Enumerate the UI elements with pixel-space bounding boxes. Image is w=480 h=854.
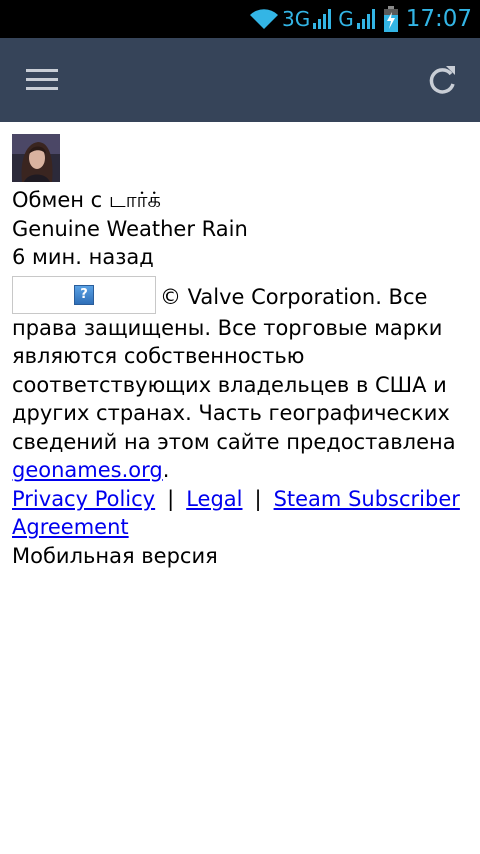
legal-link[interactable]: Legal [186, 487, 242, 511]
valve-logo-broken-image[interactable]: ? [12, 275, 156, 314]
wifi-icon [249, 9, 278, 29]
trade-content: Обмен с டார்க் Genuine Weather Rain 6 ми… [12, 134, 472, 570]
link-separator: | [167, 486, 175, 511]
user-avatar[interactable] [12, 134, 60, 182]
trade-item-name: Genuine Weather Rain [12, 216, 248, 241]
app-bar [0, 38, 480, 122]
footer-links: Privacy Policy | Legal | Steam Subscriber Ag… [12, 485, 472, 542]
status-icons: 3G G 17:07 [249, 0, 472, 38]
copyright-period: . [162, 458, 170, 482]
broken-image-icon: ? [74, 284, 94, 305]
signal-icon [356, 9, 375, 29]
network-g-label: G [338, 7, 354, 31]
status-bar: 3G G 17:07 [0, 0, 480, 38]
mobile-version-label: Мобильная версия [12, 543, 218, 568]
status-time: 17:07 [405, 6, 472, 32]
hamburger-menu-icon[interactable] [20, 63, 64, 97]
link-separator: | [254, 486, 262, 511]
battery-charging-icon [383, 6, 398, 32]
refresh-icon[interactable] [424, 62, 460, 98]
footer-copyright: ? © Valve Corporation. Все права защищен… [12, 275, 472, 485]
trade-time-ago: 6 мин. назад [12, 245, 154, 269]
privacy-policy-link[interactable]: Privacy Policy [12, 487, 155, 511]
geonames-link[interactable]: geonames.org [12, 458, 163, 482]
signal-icon [313, 9, 332, 29]
trade-title: Обмен с டார்க் [12, 188, 161, 212]
network-3g-label: 3G [281, 7, 311, 31]
